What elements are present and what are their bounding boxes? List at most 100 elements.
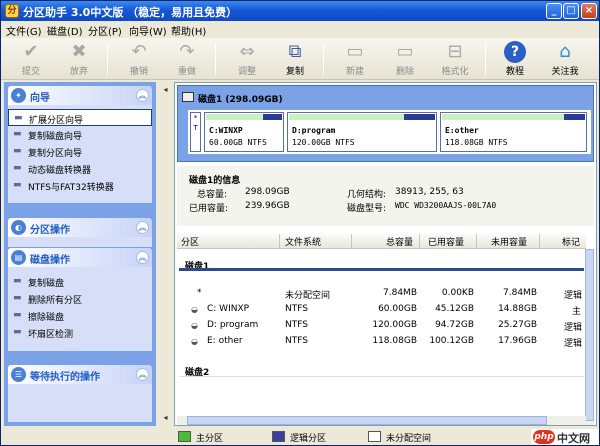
- sidebar-item-copy-disk[interactable]: ▬ 复制磁盘: [8, 273, 152, 290]
- submit-button[interactable]: ✔ 提交: [9, 40, 53, 78]
- group-divider: [179, 376, 584, 377]
- collapse-icon[interactable]: ︽: [136, 251, 149, 264]
- pending-ops-header[interactable]: ☰ 等待执行的操作 ︽: [8, 365, 152, 384]
- sidebar-item-bad-sector-check[interactable]: ▬ 坏扇区检测: [8, 324, 152, 341]
- collapse-left-icon[interactable]: ◂: [160, 84, 171, 95]
- site-watermark: php 中文网: [531, 429, 599, 445]
- menu-wizard[interactable]: 向导(W): [129, 23, 167, 38]
- column-header[interactable]: 文件系统: [285, 235, 321, 248]
- disk-icon: ▬: [14, 113, 23, 123]
- collapse-icon[interactable]: ︽: [136, 368, 149, 381]
- table-row[interactable]: ◒ D: program NTFS 120.00GB 94.72GB 25.27…: [177, 317, 586, 333]
- sidebar-item-wipe-disk[interactable]: ▬ 擦除磁盘: [8, 307, 152, 324]
- disk-map-header: 磁盘1 (298.09GB): [198, 95, 283, 105]
- new-partition-icon: ▭: [346, 41, 364, 62]
- menu-help[interactable]: 帮助(H): [171, 23, 206, 38]
- disk-info: 磁盘1的信息 总容量: 298.09GB 已用容量: 239.96GB 几何结构…: [177, 166, 594, 226]
- format-button[interactable]: ⊟ 格式化: [433, 40, 477, 78]
- discard-button[interactable]: ✖ 放弃: [57, 40, 101, 78]
- collapse-icon[interactable]: ︽: [136, 89, 149, 102]
- collapse-icon[interactable]: ︽: [136, 221, 149, 234]
- table-row[interactable]: ◒ C: WINXP NTFS 60.00GB 45.12GB 14.88GB …: [177, 301, 586, 317]
- redo-button[interactable]: ↷ 重做: [165, 40, 209, 78]
- geometry-value: 38913, 255, 63: [395, 187, 464, 197]
- toolbar-separator: [485, 43, 486, 75]
- partition-cell-c[interactable]: C:WINXP 60.00GB NTFS: [204, 112, 284, 152]
- column-header[interactable]: 分区: [181, 235, 199, 248]
- delete-partition-icon: ▭: [396, 41, 414, 62]
- wizard-panel: ✦ 向导 ︽ ▬ 扩展分区向导 ▬ 复制磁盘向导 ▬ 复制分区向导 ▬ 动态磁盘转换器 …: [8, 86, 152, 203]
- app-window: 分 分区助手 3.0中文版 （稳定，易用且免费） _ □ × 文件(G) 磁盘(…: [0, 0, 600, 446]
- table-header: 分区 文件系统 总容量 已用容量 未用容量 标记: [177, 233, 586, 249]
- column-header[interactable]: 标记: [562, 235, 580, 248]
- scroll-thumb[interactable]: [585, 249, 594, 421]
- unallocated-cell[interactable]: * T: [190, 112, 201, 152]
- collapse-left-icon[interactable]: ◂: [160, 412, 171, 423]
- disk-icon: ▬: [13, 129, 22, 139]
- partition-cell-d[interactable]: D:program 120.00GB NTFS: [287, 112, 437, 152]
- geometry-label: 几何结构:: [347, 190, 387, 200]
- partition-icon: ◐: [11, 220, 26, 235]
- sidebar-item-dynamic-disk-converter[interactable]: ▬ 动态磁盘转换器: [8, 160, 152, 177]
- disk-icon: ▬: [13, 310, 22, 320]
- home-icon: ⌂: [559, 41, 571, 62]
- disk-ops-panel: ▤ 磁盘操作 ︽ ▬ 复制磁盘 ▬ 删除所有分区 ▬ 擦除磁盘 ▬ 坏扇区检测: [8, 248, 152, 351]
- format-disk-icon: ⊟: [447, 41, 463, 62]
- menu-disk[interactable]: 磁盘(D): [47, 23, 83, 38]
- redo-icon: ↷: [179, 41, 195, 62]
- pane-splitter[interactable]: ◂ ◂: [160, 82, 171, 426]
- disk-group-2[interactable]: 磁盘2: [179, 361, 584, 378]
- toolbar-separator: [107, 43, 108, 75]
- usage-bar: [289, 114, 405, 120]
- menu-bar: 文件(G) 磁盘(D) 分区(P) 向导(W) 帮助(H): [1, 21, 599, 38]
- close-button[interactable]: ×: [581, 3, 597, 19]
- sidebar-item-delete-all-partitions[interactable]: ▬ 删除所有分区: [8, 290, 152, 307]
- column-header[interactable]: 未用容量: [491, 235, 527, 248]
- cross-icon: ✖: [71, 41, 87, 62]
- about-button[interactable]: ⌂ 关注我: [543, 40, 587, 78]
- scroll-thumb[interactable]: [187, 416, 547, 425]
- help-icon: ?: [504, 41, 526, 63]
- sidebar-item-ntfs-fat32-converter[interactable]: ▬ NTFS与FAT32转换器: [8, 177, 152, 194]
- model-value: WDC WD3200AAJS-00L7A0: [395, 201, 497, 210]
- wizard-panel-header[interactable]: ✦ 向导 ︽: [8, 86, 152, 105]
- window-title: 分区助手 3.0中文版 （稳定，易用且免费）: [23, 6, 238, 19]
- disk-map: 磁盘1 (298.09GB) * T C:WINXP 60.00GB NTFS …: [177, 85, 594, 162]
- resize-disk-icon: ⇔: [239, 41, 255, 62]
- create-button[interactable]: ▭ 新建: [333, 40, 377, 78]
- table-row[interactable]: * 未分配空间 7.84MB 0.00KB 7.84MB 逻辑: [177, 285, 586, 301]
- disk-icon: ▬: [13, 293, 22, 303]
- horizontal-scrollbar[interactable]: [177, 416, 586, 425]
- resize-button[interactable]: ⇔ 调整: [225, 40, 269, 78]
- disk-icon: ▬: [13, 146, 22, 156]
- maximize-button[interactable]: □: [563, 3, 579, 19]
- sidebar-item-copy-partition-wizard[interactable]: ▬ 复制分区向导: [8, 143, 152, 160]
- partition-cell-e[interactable]: E:other 118.08GB NTFS: [440, 112, 587, 152]
- copy-disk-icon: ⧉: [288, 41, 302, 62]
- table-row[interactable]: ◒ E: other NTFS 118.08GB 100.12GB 17.96G…: [177, 333, 586, 349]
- menu-partition[interactable]: 分区(P): [88, 23, 122, 38]
- minimize-button[interactable]: _: [546, 3, 562, 19]
- disk-ops-header[interactable]: ▤ 磁盘操作 ︽: [8, 248, 152, 267]
- partition-ops-header[interactable]: ◐ 分区操作 ︽: [8, 218, 152, 237]
- vertical-scrollbar[interactable]: [585, 249, 594, 425]
- column-header[interactable]: 已用容量: [428, 235, 464, 248]
- disk-ops-icon: ▤: [11, 250, 26, 265]
- pending-ops-panel: ☰ 等待执行的操作 ︽: [8, 365, 152, 422]
- tutorial-button[interactable]: ? 教程: [493, 40, 537, 78]
- sidebar-item-extend-wizard[interactable]: ▬ 扩展分区向导: [8, 109, 152, 126]
- column-header[interactable]: 总容量: [386, 235, 413, 248]
- watermark-text: 中文网: [557, 432, 590, 445]
- partition-icon: ◒: [191, 337, 198, 346]
- disk-icon: ▬: [13, 327, 22, 337]
- wizard-icon: ✦: [11, 88, 26, 103]
- toolbar-separator: [323, 43, 324, 75]
- copy-button[interactable]: ⧉ 复制: [273, 40, 317, 78]
- menu-file[interactable]: 文件(G): [6, 23, 42, 38]
- disk-group-1[interactable]: 磁盘1: [179, 255, 584, 272]
- checkmark-icon: ✔: [23, 41, 39, 62]
- sidebar-item-copy-disk-wizard[interactable]: ▬ 复制磁盘向导: [8, 126, 152, 143]
- title-bar: 分 分区助手 3.0中文版 （稳定，易用且免费） _ □ ×: [1, 1, 599, 21]
- undo-button[interactable]: ↶ 撤销: [117, 40, 161, 78]
- delete-button[interactable]: ▭ 删除: [383, 40, 427, 78]
